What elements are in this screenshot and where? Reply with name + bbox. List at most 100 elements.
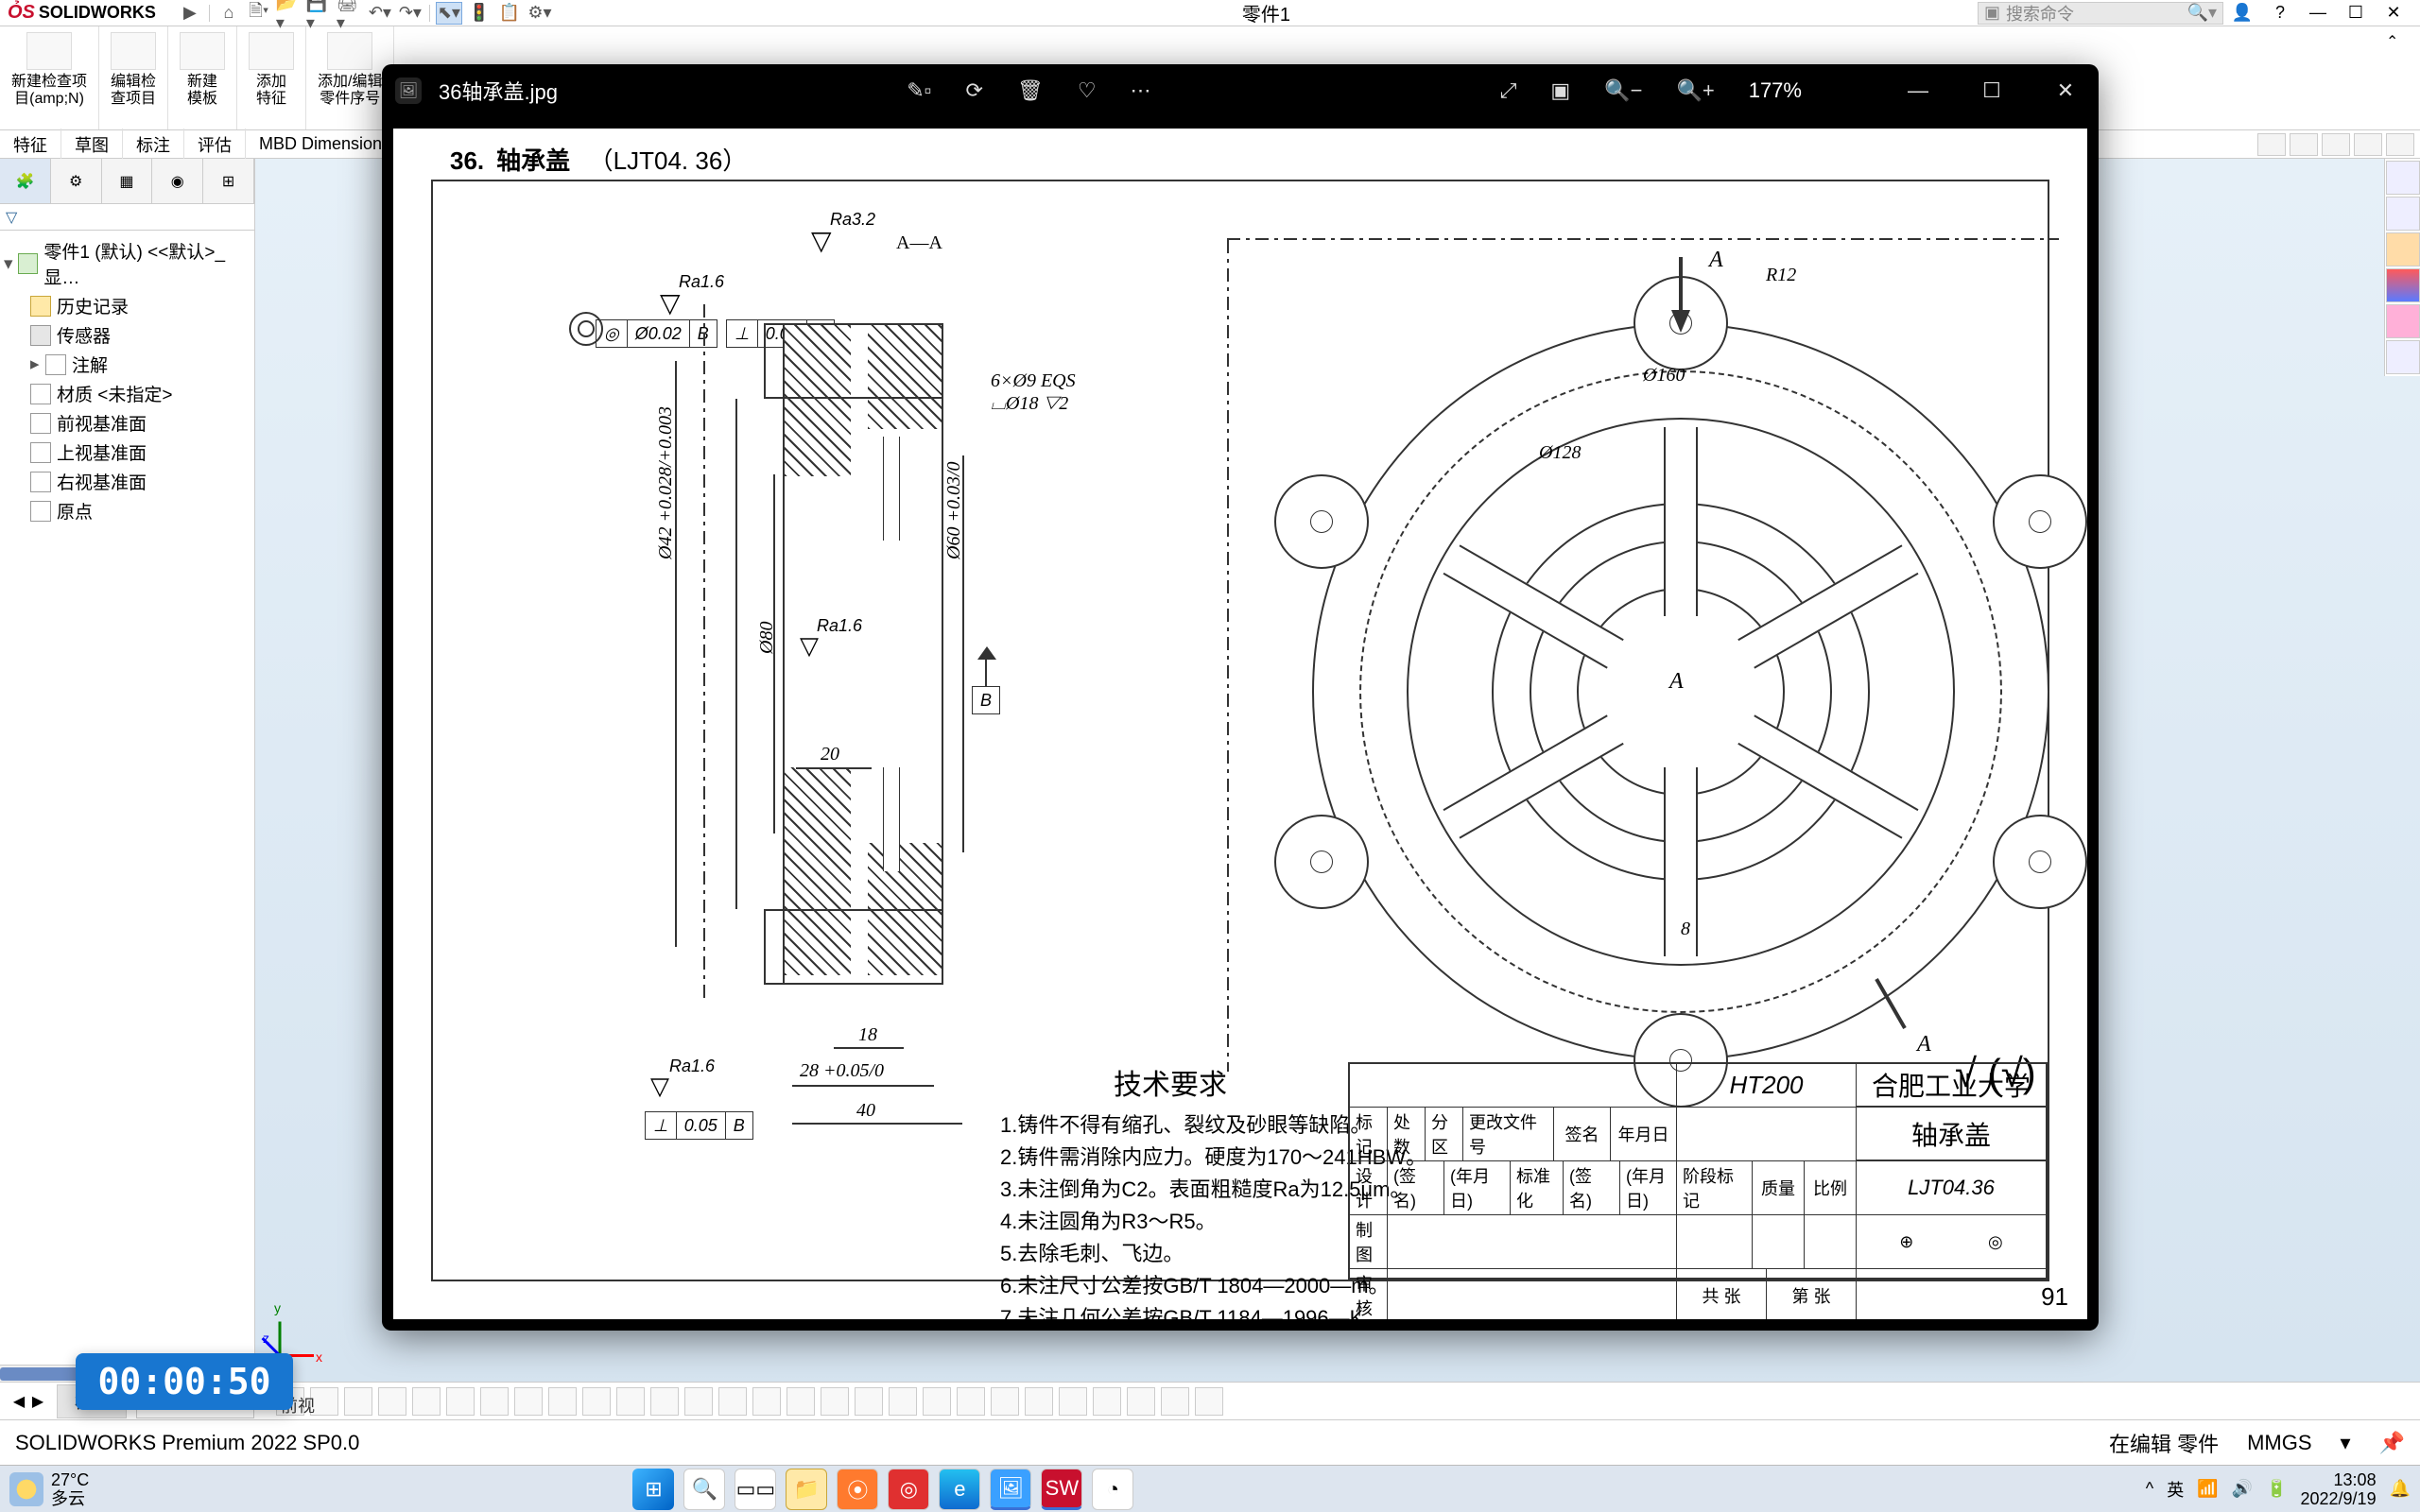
pv-frame-icon[interactable]: ▣	[1550, 78, 1570, 103]
sketch-tool-4-icon[interactable]	[378, 1387, 406, 1416]
tree-material[interactable]: 材质 <未指定>	[4, 379, 251, 408]
viewport-max-icon[interactable]	[2354, 133, 2382, 156]
solidworks-icon[interactable]: SW	[1041, 1469, 1082, 1510]
start-button-icon[interactable]: ⊞	[632, 1469, 674, 1510]
tree-front-plane[interactable]: 前视基准面	[4, 408, 251, 438]
taskpane-home-icon[interactable]	[2386, 161, 2420, 195]
fm-config-tab-icon[interactable]: ⚙	[51, 159, 102, 203]
sketch-tool-7-icon[interactable]	[480, 1387, 509, 1416]
sketch-tool-20-icon[interactable]	[923, 1387, 951, 1416]
sketch-tool-28-icon[interactable]	[1195, 1387, 1223, 1416]
viewport-min-icon[interactable]	[2322, 133, 2350, 156]
task-view-icon[interactable]: ▭▭	[735, 1469, 776, 1510]
sketch-tool-27-icon[interactable]	[1161, 1387, 1189, 1416]
pv-delete-icon[interactable]: 🗑	[1017, 78, 1044, 103]
tab-mbd[interactable]: MBD Dimensions	[246, 130, 405, 158]
tree-top-plane[interactable]: 上视基准面	[4, 438, 251, 467]
fm-more-tab-icon[interactable]: ⊞	[203, 159, 254, 203]
gear-icon[interactable]: ⚙▾	[527, 2, 553, 25]
fm-prop-tab-icon[interactable]: ▦	[102, 159, 153, 203]
sketch-tool-11-icon[interactable]	[616, 1387, 645, 1416]
tab-scroll-left-icon[interactable]: ◀	[9, 1392, 28, 1411]
sketch-tool-10-icon[interactable]	[582, 1387, 611, 1416]
tab-scroll-right-icon[interactable]: ▶	[28, 1392, 47, 1411]
search-command-input[interactable]: ▣ 搜索命令 🔍▾	[1978, 2, 2223, 25]
play-icon[interactable]: ▶	[177, 2, 203, 25]
ribbon-add-feature[interactable]: 添加特征	[237, 26, 306, 129]
pv-zoom-out-icon[interactable]: 🔍−	[1604, 78, 1642, 103]
taskpane-library-icon[interactable]	[2386, 340, 2420, 374]
sketch-tool-26-icon[interactable]	[1127, 1387, 1155, 1416]
redo-icon[interactable]: ↷▾	[397, 2, 424, 25]
taskpane-resources-icon[interactable]	[2386, 197, 2420, 231]
options-list-icon[interactable]: 📋	[496, 2, 523, 25]
sketch-tool-5-icon[interactable]	[412, 1387, 441, 1416]
sketch-tool-13-icon[interactable]	[684, 1387, 713, 1416]
user-icon[interactable]: 👤	[2223, 2, 2261, 25]
tab-annotate[interactable]: 标注	[123, 129, 184, 161]
tab-evaluate[interactable]: 评估	[184, 129, 246, 161]
select-icon[interactable]: ⬉▾	[436, 2, 462, 25]
pv-zoom-in-icon[interactable]: 🔍+	[1676, 78, 1714, 103]
pv-rotate-icon[interactable]: ⟳	[965, 78, 982, 103]
print-icon[interactable]: 🖨▾	[337, 2, 363, 25]
ribbon-new-template[interactable]: 新建模板	[168, 26, 237, 129]
taskbar-search-icon[interactable]: 🔍	[683, 1469, 725, 1510]
tray-date[interactable]: 2022/9/19	[2301, 1489, 2377, 1508]
ribbon-new-check-item[interactable]: 新建检查项目(amp;N)	[0, 26, 99, 129]
sketch-tool-14-icon[interactable]	[718, 1387, 747, 1416]
task-app-1-icon[interactable]: ⦿	[837, 1469, 878, 1510]
status-pin-icon[interactable]: 📌	[2379, 1431, 2405, 1455]
sketch-tool-22-icon[interactable]	[991, 1387, 1019, 1416]
sketch-tool-9-icon[interactable]	[548, 1387, 577, 1416]
taskpane-custom-icon[interactable]	[2386, 304, 2420, 338]
tree-origin[interactable]: 原点	[4, 496, 251, 525]
sketch-tool-23-icon[interactable]	[1025, 1387, 1053, 1416]
taskpane-appearance-icon[interactable]	[2386, 232, 2420, 266]
pv-fullscreen-icon[interactable]: ⤢	[1500, 78, 1517, 103]
pv-close-icon[interactable]: ✕	[2046, 71, 2085, 111]
viewport-split-icon[interactable]	[2290, 133, 2318, 156]
tree-annotations[interactable]: ▸注解	[4, 350, 251, 379]
tab-sketch[interactable]: 草图	[61, 129, 123, 161]
tray-notifications-icon[interactable]: 🔔	[2390, 1479, 2411, 1499]
tree-root[interactable]: ▾ 零件1 (默认) <<默认>_显…	[4, 236, 251, 291]
tray-battery-icon[interactable]: 🔋	[2266, 1479, 2287, 1499]
photos-icon[interactable]: 🖼	[990, 1469, 1031, 1510]
task-app-3-icon[interactable]: ◔	[1092, 1469, 1133, 1510]
tray-chevron-icon[interactable]: ^	[2146, 1479, 2153, 1499]
sketch-tool-16-icon[interactable]	[786, 1387, 815, 1416]
viewport-close-icon[interactable]	[2386, 133, 2414, 156]
task-app-2-icon[interactable]: ◎	[888, 1469, 929, 1510]
undo-icon[interactable]: ↶▾	[367, 2, 393, 25]
weather-widget[interactable]: 27°C 多云	[9, 1470, 89, 1508]
help-icon[interactable]: ?	[2261, 2, 2299, 25]
maximize-icon[interactable]: ☐	[2337, 2, 2375, 25]
new-icon[interactable]: 🗎▾	[246, 2, 272, 25]
minimize-icon[interactable]: —	[2299, 2, 2337, 25]
tray-volume-icon[interactable]: 🔊	[2232, 1479, 2253, 1499]
ribbon-collapse-icon[interactable]: ⌃	[2386, 32, 2398, 51]
open-icon[interactable]: 📂▾	[276, 2, 302, 25]
sketch-tool-8-icon[interactable]	[514, 1387, 543, 1416]
status-units[interactable]: MMGS	[2247, 1431, 2311, 1455]
sketch-tool-15-icon[interactable]	[752, 1387, 781, 1416]
pv-minimize-icon[interactable]: —	[1898, 71, 1938, 111]
sketch-tool-19-icon[interactable]	[889, 1387, 917, 1416]
ribbon-edit-check[interactable]: 编辑检查项目	[99, 26, 168, 129]
home-icon[interactable]: ⌂	[216, 2, 242, 25]
viewport-single-icon[interactable]	[2257, 133, 2286, 156]
taskpane-palette-icon[interactable]	[2386, 268, 2420, 302]
tray-time[interactable]: 13:08	[2301, 1470, 2377, 1489]
sketch-tool-18-icon[interactable]	[855, 1387, 883, 1416]
fm-tree-tab-icon[interactable]: 🧩	[0, 159, 51, 203]
sketch-tool-17-icon[interactable]	[821, 1387, 849, 1416]
save-icon[interactable]: 💾▾	[306, 2, 333, 25]
explorer-icon[interactable]: 📁	[786, 1469, 827, 1510]
traffic-icon[interactable]: 🚦	[466, 2, 493, 25]
pv-favorite-icon[interactable]: ♡	[1078, 78, 1097, 103]
edge-icon[interactable]: e	[939, 1469, 980, 1510]
tray-lang[interactable]: 英	[2167, 1477, 2184, 1502]
fm-display-tab-icon[interactable]: ◉	[152, 159, 203, 203]
tray-wifi-icon[interactable]: 📶	[2197, 1479, 2218, 1499]
